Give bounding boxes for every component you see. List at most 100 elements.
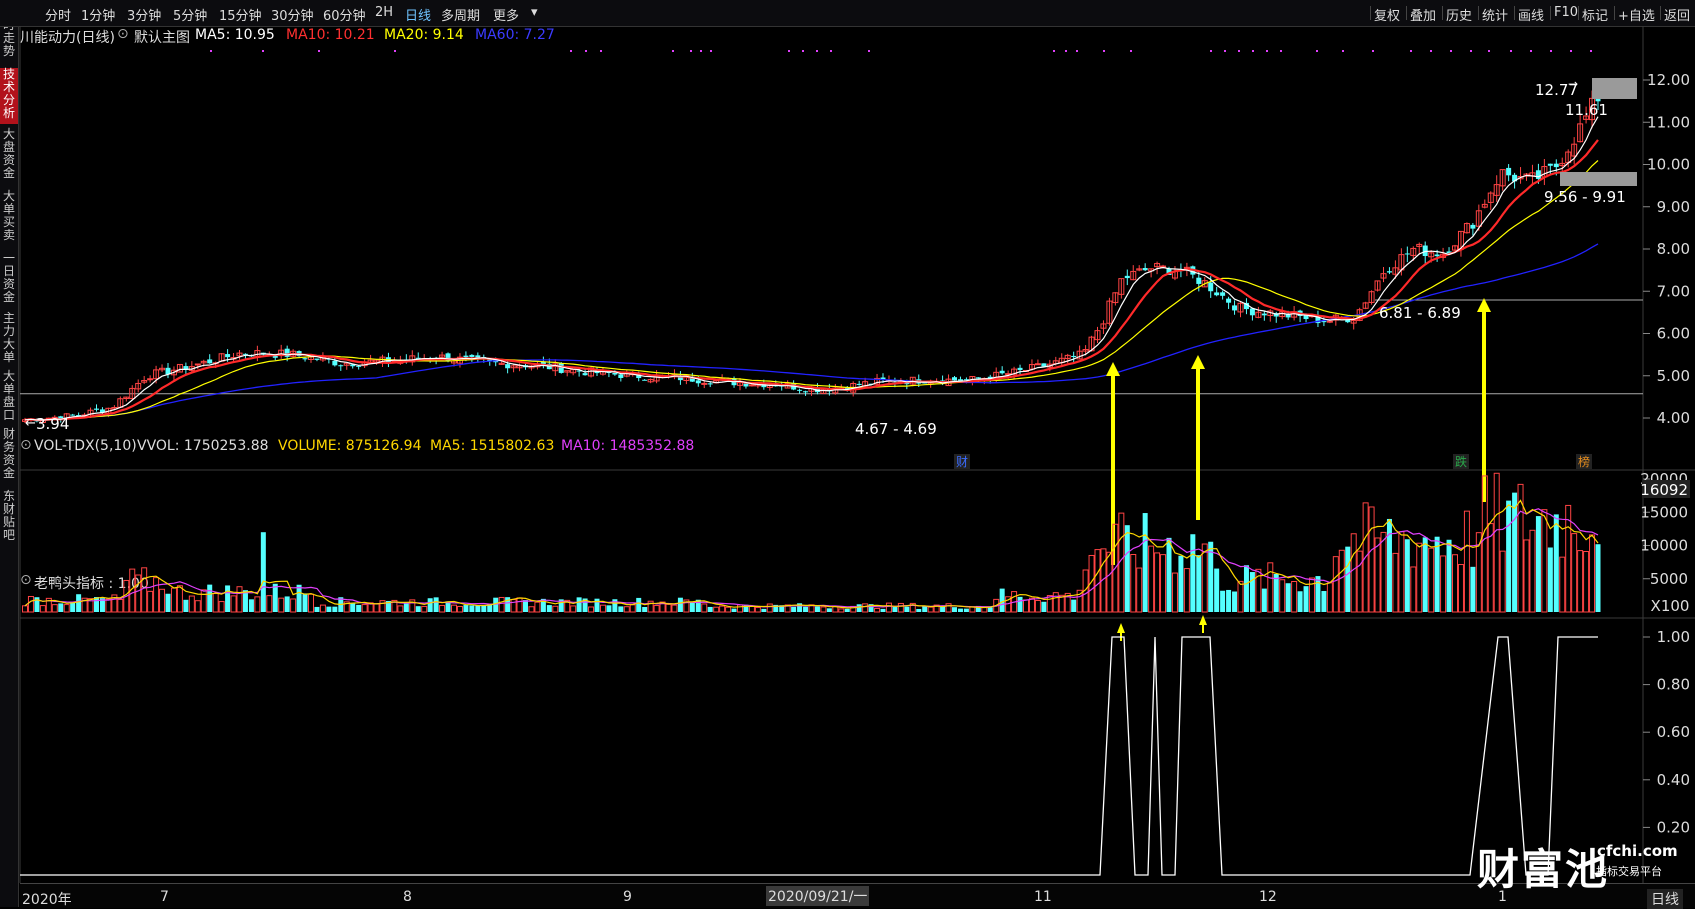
period-button[interactable]: 日线 [1647, 889, 1683, 909]
small-arrow-2 [1199, 615, 1207, 625]
volume-bar-down [225, 585, 231, 612]
volume-bar-up [1028, 597, 1035, 613]
volume-bar-up [188, 595, 195, 613]
price-axis-label: 11.00 [1647, 113, 1690, 131]
volume-bar-down [427, 598, 433, 612]
signal-dot [1076, 50, 1078, 52]
volume-bar-up [1559, 556, 1566, 613]
volume-bar-up [290, 598, 297, 613]
signal-dot [394, 50, 396, 52]
candle-body-down [1208, 282, 1214, 292]
volume-bar-up [308, 593, 314, 613]
volume-bar-down [1512, 492, 1518, 612]
candle-body-down [558, 363, 564, 373]
volume-bar-down [493, 597, 499, 612]
volume-bar-up [1279, 579, 1286, 613]
volume-bar-down [1297, 591, 1303, 612]
candle-body-down [1196, 277, 1202, 284]
volume-bar-up [27, 595, 34, 613]
volume-bar-up [1136, 567, 1143, 613]
candle-body-down [1232, 305, 1238, 311]
volume-bar-up [22, 605, 28, 613]
signal-dot [788, 50, 790, 52]
arrow-2-shaft [1196, 368, 1200, 520]
signal-dot [1510, 50, 1512, 52]
low-price-label: 3.94 [36, 415, 69, 433]
volume-bar-down [1214, 568, 1220, 612]
volume-bar-up [552, 605, 559, 613]
volume-bar-up [1577, 550, 1584, 613]
volume-bar-down [1243, 565, 1249, 612]
volume-bar-up [1326, 582, 1333, 613]
price-axis-label: 12.00 [1647, 71, 1690, 89]
volume-bar-up [1267, 562, 1274, 613]
volume-bar-up [1052, 592, 1059, 613]
price-axis-label: 4.00 [1657, 409, 1690, 427]
volume-bar-up [665, 603, 672, 613]
signal-dot [585, 50, 587, 52]
signal-dot [1550, 50, 1552, 52]
volume-bar-up [820, 606, 827, 613]
volume-bar-up [1529, 529, 1536, 613]
volume-bar-up [1493, 472, 1500, 613]
candle-body-down [463, 355, 469, 358]
candle-body-down [1547, 163, 1553, 166]
signal-dot [1053, 50, 1055, 52]
volume-bar-up [528, 606, 535, 613]
volume-bar-down [606, 605, 612, 612]
arrow-2-head [1191, 355, 1205, 369]
volume-bar-up [862, 603, 869, 613]
price-axis-label: 10.00 [1647, 156, 1690, 174]
indicator-axis-label: 1.00 [1657, 628, 1690, 646]
chart-canvas[interactable]: 12.00 11.00 10.00 9.00 8.00 7.00 6.00 5.00 4.00 1… [0, 0, 1695, 907]
volume-bar-down [469, 605, 475, 612]
volume-bar-up [153, 577, 160, 613]
volume-bar-up [319, 604, 326, 613]
volume-unit-label: X100 [1651, 597, 1690, 615]
volume-bar-up [713, 606, 720, 613]
volume-bar-down [880, 608, 886, 612]
volume-bar-down [94, 597, 99, 612]
candle-body-down [207, 359, 213, 364]
candle-body-down [338, 365, 344, 367]
volume-bar-down [1345, 546, 1351, 612]
candle-body-down [1017, 367, 1023, 371]
volume-bar-up [588, 606, 595, 613]
signal-dot [210, 50, 212, 52]
volume-bar-down [1315, 576, 1321, 612]
volume-bar-down [1142, 513, 1148, 612]
volume-bar-down [272, 583, 278, 612]
candle-body-up [1034, 363, 1041, 366]
volume-bar-up [1457, 564, 1464, 613]
volume-bar-down [248, 599, 254, 612]
volume-bar-down [1226, 589, 1232, 612]
volume-bar-up [766, 603, 773, 613]
candle-body-down [856, 383, 862, 385]
volume-bar-up [63, 604, 70, 613]
volume-bar-up [1171, 572, 1178, 613]
volume-bar-down [481, 605, 487, 612]
candle-body-down [1470, 224, 1476, 229]
signal-dot [710, 50, 712, 52]
candle-body-down [225, 354, 231, 358]
volume-bar-down [207, 584, 213, 612]
volume-bar-up [701, 603, 708, 613]
volume-bar-up [1148, 545, 1155, 613]
volume-bar-down [1595, 544, 1601, 612]
candle-body-down [1434, 254, 1440, 257]
candle-body-down [332, 360, 338, 366]
volume-bar-up [141, 567, 148, 613]
volume-bar-down [1124, 525, 1130, 612]
signal-dot [600, 50, 602, 52]
candle-body-down [695, 380, 701, 384]
volume-bar-up [51, 604, 58, 613]
volume-bar-up [1374, 537, 1381, 613]
signal-dot [1266, 50, 1268, 52]
volume-bar-down [356, 604, 362, 612]
volume-bar-down [1249, 572, 1255, 612]
volume-bar-up [170, 587, 177, 613]
date-axis: 2020年 7 8 9 2020/09/21/一 11 12 1 日线 [20, 883, 1695, 909]
date-label-1: 7 [160, 889, 169, 905]
volume-bar-down [58, 603, 64, 612]
signal-dot [1342, 50, 1344, 52]
